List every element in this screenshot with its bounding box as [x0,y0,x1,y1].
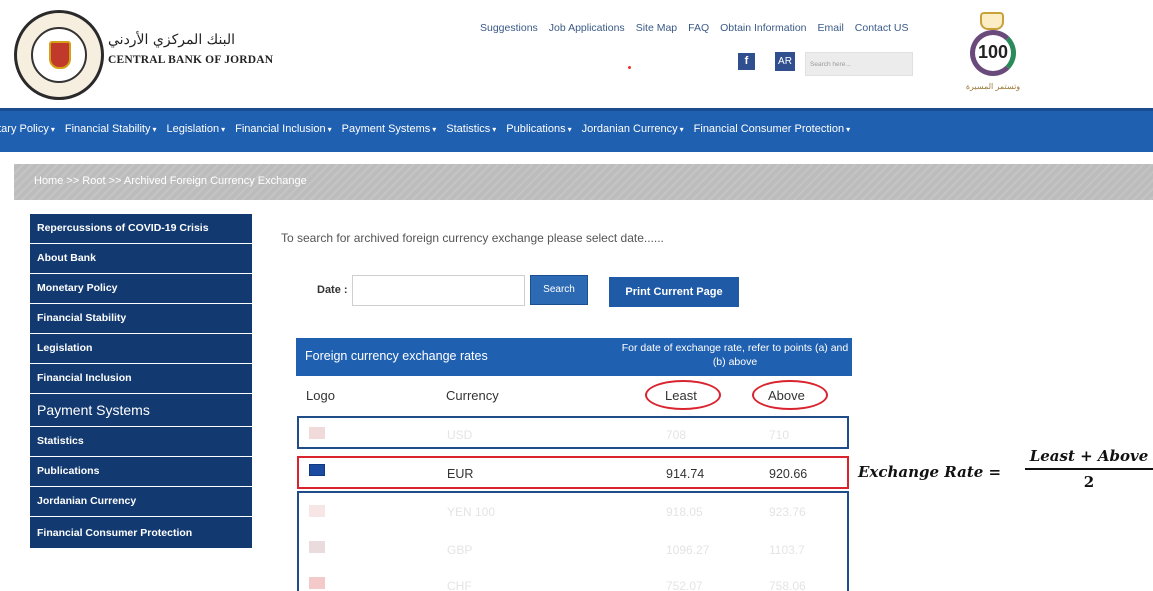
bank-name-english: CENTRAL BANK OF JORDAN [108,54,274,66]
rate-above: 923.76 [769,505,806,519]
sidebar-item-covid[interactable]: Repercussions of COVID-19 Crisis [30,214,252,244]
rate-above: 710 [769,428,790,442]
crown-icon [980,12,1004,30]
centenary-number: 100 [977,42,1009,62]
search-button[interactable]: Search [530,275,588,305]
chevron-down-icon: ▾ [50,125,55,134]
crest-icon [49,41,71,69]
centenary-logo: 100 وتستمر المسيرة [958,12,1028,94]
fraction-bar [1025,468,1153,470]
sidebar-item-consumer-protection[interactable]: Financial Consumer Protection [30,517,252,549]
currency-code: EUR [447,467,474,481]
rate-least: 914.74 [666,467,705,481]
eu-flag-icon [309,464,325,476]
chevron-down-icon: ▾ [679,125,684,134]
formula-fraction: Least + Above 2 [1025,447,1153,491]
rate-above: 1103.7 [769,543,805,557]
link-faq[interactable]: FAQ [688,22,709,34]
sidebar-item-payment-systems[interactable]: Payment Systems [30,394,252,427]
column-header-above: Above [768,388,805,403]
chevron-down-icon: ▾ [846,125,851,134]
chevron-down-icon: ▾ [567,125,572,134]
chevron-down-icon: ▾ [152,125,157,134]
nav-legislation[interactable]: Legislation ▾ [166,123,225,135]
formula-lhs: Exchange Rate = [858,463,1002,481]
us-flag-icon [309,427,325,439]
rate-least: 752.07 [666,579,703,591]
currency-code: USD [447,428,473,442]
link-obtain-information[interactable]: Obtain Information [720,22,806,34]
sidebar-item-statistics[interactable]: Statistics [30,427,252,457]
sidebar-item-financial-stability[interactable]: Financial Stability [30,304,252,334]
swiss-flag-icon [309,577,325,589]
japan-flag-icon [309,505,325,517]
uk-flag-icon [309,541,325,553]
seal-inner-ring [31,27,87,83]
nav-financial-inclusion[interactable]: Financial Inclusion ▾ [235,123,332,135]
link-suggestions[interactable]: Suggestions [480,22,538,34]
column-header-least: Least [665,388,697,403]
site-header: البنك المركزي الأردني CENTRAL BANK OF JO… [0,0,1153,108]
site-search-input[interactable]: Search here... [805,52,913,76]
nav-monetary-policy[interactable]: etary Policy▾ [0,123,55,135]
decorative-dot [628,66,631,69]
sidebar-item-legislation[interactable]: Legislation [30,334,252,364]
centenary-caption: وتستمر المسيرة [965,82,1021,91]
date-label: Date : [317,284,348,296]
nav-financial-stability[interactable]: Financial Stability ▾ [65,123,157,135]
facebook-icon[interactable]: f [738,53,755,70]
sidebar-item-publications[interactable]: Publications [30,457,252,487]
formula-numerator: Least + Above [1029,447,1149,465]
rate-least: 708 [666,428,687,442]
print-current-page-button[interactable]: Print Current Page [609,277,739,307]
rates-date-note: For date of exchange rate, refer to poin… [621,342,849,368]
sidebar-item-jordanian-currency[interactable]: Jordanian Currency [30,487,252,517]
main-nav: etary Policy▾ Financial Stability▾ Legis… [0,108,1153,152]
rates-table-title: Foreign currency exchange rates [305,349,488,363]
sidebar-item-about-bank[interactable]: About Bank [30,244,252,274]
breadcrumb-text[interactable]: Home >> Root >> Archived Foreign Currenc… [34,175,307,187]
nav-statistics[interactable]: Statistics ▾ [446,123,496,135]
nav-jordanian-currency[interactable]: Jordanian Currency ▾ [582,123,684,135]
link-contact-us[interactable]: Contact US [855,22,909,34]
link-email[interactable]: Email [818,22,844,34]
column-header-logo: Logo [306,388,335,403]
nav-financial-consumer-protection[interactable]: Financial Consumer Protection ▾ [694,123,850,135]
chevron-down-icon: ▾ [492,125,497,134]
bank-name-arabic: البنك المركزي الأردني [108,32,236,48]
rate-least: 1096.27 [666,543,710,557]
formula-denominator: 2 [1083,472,1095,491]
rate-above: 758.06 [769,579,806,591]
link-job-applications[interactable]: Job Applications [549,22,625,34]
rates-table-header: Foreign currency exchange rates For date… [296,338,852,376]
language-toggle-button[interactable]: AR [775,52,795,71]
table-row-highlighted: EUR 914.74 920.66 [297,456,849,489]
table-rows-group: YEN 100 918.05 923.76 GBP 1096.27 1103.7… [297,491,849,591]
sidebar-item-monetary-policy[interactable]: Monetary Policy [30,274,252,304]
rate-least: 918.05 [666,505,703,519]
column-header-currency: Currency [446,388,499,403]
currency-code: CHF [447,579,472,591]
table-row: USD 708 710 [297,416,849,449]
intro-text: To search for archived foreign currency … [281,231,664,245]
rate-above: 920.66 [769,467,808,481]
chevron-down-icon: ▾ [432,125,437,134]
top-links: Suggestions Job Applications Site Map FA… [480,22,909,34]
link-site-map[interactable]: Site Map [636,22,677,34]
sidebar: Repercussions of COVID-19 Crisis About B… [30,214,252,549]
currency-code: GBP [447,543,473,557]
breadcrumb: Home >> Root >> Archived Foreign Currenc… [14,164,1153,200]
date-input[interactable] [352,275,525,306]
chevron-down-icon: ▾ [221,125,226,134]
nav-payment-systems[interactable]: Payment Systems ▾ [342,123,437,135]
central-bank-seal-logo[interactable] [14,10,104,100]
chevron-down-icon: ▾ [327,125,332,134]
sidebar-item-financial-inclusion[interactable]: Financial Inclusion [30,364,252,394]
currency-code: YEN 100 [447,505,496,519]
nav-publications[interactable]: Publications ▾ [506,123,571,135]
